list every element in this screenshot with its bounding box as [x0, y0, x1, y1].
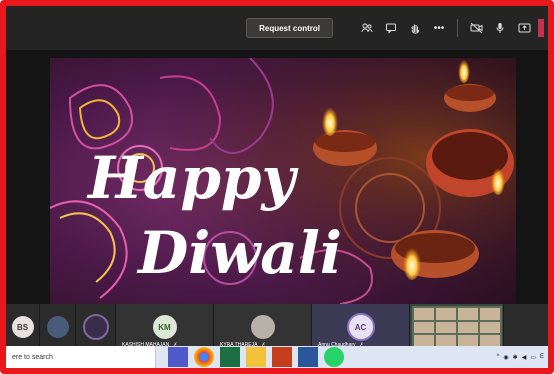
- participant-tile[interactable]: KYRA THAREJA ✗: [214, 304, 312, 350]
- taskbar-apps: [168, 347, 350, 367]
- leave-icon[interactable]: [538, 19, 544, 37]
- participant-tile[interactable]: [40, 304, 76, 350]
- avatar: [46, 316, 69, 338]
- more-options-icon[interactable]: •••: [427, 16, 451, 40]
- avatar: BS: [11, 316, 34, 338]
- powerpoint-icon[interactable]: [272, 347, 292, 367]
- share-screen-icon[interactable]: [512, 16, 536, 40]
- tray-text: E: [539, 354, 544, 360]
- participant-strip: BS KM KASHISH MAHAJAN ✗ KYRA THAREJA ✗ AC …: [6, 304, 548, 350]
- avatar: [82, 314, 109, 340]
- avatar: [250, 315, 275, 339]
- taskbar-search-box[interactable]: ere to search: [6, 346, 156, 368]
- excel-icon[interactable]: [220, 347, 240, 367]
- participant-tile[interactable]: BS: [6, 304, 40, 350]
- search-placeholder: ere to search: [12, 353, 53, 361]
- system-tray: ^ ◉ ✱ ◀ ▭ E: [493, 354, 548, 361]
- camera-off-icon[interactable]: [464, 16, 488, 40]
- diwali-image: Happy Diwali: [50, 58, 516, 304]
- request-control-button[interactable]: Request control: [246, 18, 333, 38]
- toolbar-divider: [457, 19, 458, 37]
- avatar: KM: [152, 315, 177, 339]
- battery-icon[interactable]: ▭: [530, 354, 536, 361]
- windows-taskbar: ere to search ^ ◉ ✱ ◀ ▭ E: [6, 346, 548, 368]
- people-icon[interactable]: [355, 16, 379, 40]
- chat-icon[interactable]: [379, 16, 403, 40]
- greeting-line-2: Diwali: [136, 219, 342, 287]
- explorer-icon[interactable]: [246, 347, 266, 367]
- chevron-up-icon[interactable]: ^: [497, 354, 500, 360]
- gallery-thumbnail[interactable]: [410, 304, 504, 350]
- teams-icon[interactable]: [168, 347, 188, 367]
- meeting-toolbar: Request control •••: [6, 6, 548, 50]
- raise-hand-icon[interactable]: [403, 16, 427, 40]
- word-icon[interactable]: [298, 347, 318, 367]
- participant-tile[interactable]: AC Annu Chaudhary ✗: [312, 304, 410, 350]
- microphone-icon[interactable]: [488, 16, 512, 40]
- participant-tile[interactable]: KM KASHISH MAHAJAN ✗: [116, 304, 214, 350]
- participant-tile[interactable]: [76, 304, 116, 350]
- screen-frame: Request control ••• Happy Diwali BS KM K…: [0, 0, 554, 374]
- network-icon[interactable]: ◉: [503, 354, 508, 361]
- bluetooth-icon[interactable]: ✱: [513, 354, 518, 361]
- whatsapp-icon[interactable]: [324, 347, 344, 367]
- chrome-icon[interactable]: [194, 347, 214, 367]
- volume-icon[interactable]: ◀: [522, 354, 527, 361]
- avatar: AC: [346, 313, 375, 341]
- video-grid-thumbnail: [411, 306, 502, 348]
- shared-screen: Happy Diwali: [6, 50, 548, 304]
- greeting-line-1: Happy: [86, 144, 299, 212]
